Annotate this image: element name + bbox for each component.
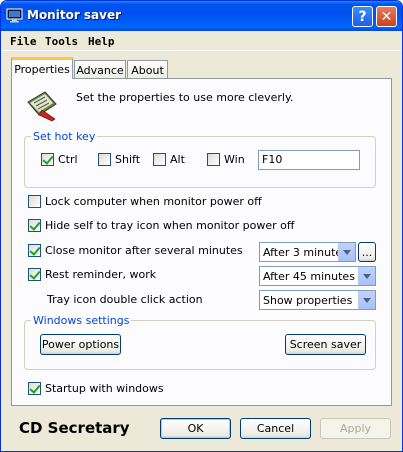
ctrl-label: Ctrl [58, 153, 78, 166]
check-icon [41, 153, 54, 166]
close-monitor-select[interactable]: After 3 minutes [259, 242, 356, 262]
tab-about[interactable]: About [127, 60, 168, 79]
alt-label: Alt [170, 153, 185, 166]
tab-advance[interactable]: Advance [74, 60, 126, 79]
power-options-button[interactable]: Power options [40, 334, 121, 355]
alt-checkbox[interactable]: Alt [153, 153, 185, 166]
notepad-pencil-icon [27, 91, 57, 122]
win-checkbox[interactable]: Win [207, 153, 245, 166]
tray-action-label: Tray icon double click action [47, 293, 203, 306]
windows-settings-title: Windows settings [31, 314, 132, 327]
close-monitor-value: After 3 minutes [263, 246, 348, 259]
cancel-button[interactable]: Cancel [240, 418, 311, 439]
hide-self-checkbox[interactable]: Hide self to tray icon when monitor powe… [28, 219, 294, 232]
shift-label: Shift [115, 153, 141, 166]
menu-bar: File Tools Help [2, 31, 401, 51]
close-monitor-label: Close monitor after several minutes [45, 244, 243, 257]
screen-saver-button[interactable]: Screen saver [285, 334, 366, 355]
check-icon [28, 268, 41, 281]
title-bar[interactable]: Monitor saver ? ✕ [1, 1, 402, 31]
startup-label: Startup with windows [45, 382, 164, 395]
checkbox-box [207, 153, 220, 166]
tray-action-select[interactable]: Show properties [259, 290, 376, 310]
check-icon [28, 219, 41, 232]
check-icon [28, 244, 41, 257]
menu-file[interactable]: File [10, 35, 37, 48]
windows-settings-group: Windows settings Power options Screen sa… [24, 314, 376, 370]
rest-reminder-value: After 45 minutes [263, 270, 355, 283]
shift-checkbox[interactable]: Shift [98, 153, 140, 166]
help-button[interactable]: ? [352, 6, 373, 27]
checkbox-box [98, 153, 111, 166]
properties-panel: Set the properties to use more cleverly.… [11, 78, 392, 406]
apply-button[interactable]: Apply [320, 418, 391, 439]
hotkey-group: Set hot key Ctrl Shift Alt Win F10 [24, 130, 376, 188]
hotkey-input[interactable]: F10 [258, 150, 360, 170]
close-button[interactable]: ✕ [376, 6, 397, 27]
window-title: Monitor saver [27, 8, 122, 22]
chevron-down-icon[interactable] [358, 291, 375, 309]
rest-reminder-label: Rest reminder, work [45, 268, 157, 281]
tab-properties[interactable]: Properties [11, 57, 73, 79]
hide-self-label: Hide self to tray icon when monitor powe… [45, 219, 295, 232]
tray-action-value: Show properties [263, 294, 353, 307]
rest-reminder-checkbox[interactable]: Rest reminder, work [28, 268, 156, 281]
checkbox-box [28, 195, 41, 208]
check-icon [28, 382, 41, 395]
menu-tools[interactable]: Tools [45, 35, 78, 48]
brand-label: CD Secretary [19, 419, 130, 437]
hotkey-group-title: Set hot key [31, 130, 98, 143]
browse-button[interactable]: ... [358, 242, 376, 262]
intro-text: Set the properties to use more cleverly. [76, 91, 294, 104]
menu-help[interactable]: Help [88, 35, 115, 48]
startup-checkbox[interactable]: Startup with windows [28, 382, 164, 395]
chevron-down-icon[interactable] [358, 267, 375, 285]
monitor-icon [6, 8, 23, 23]
lock-computer-checkbox[interactable]: Lock computer when monitor power off [28, 195, 262, 208]
checkbox-box [153, 153, 166, 166]
chevron-down-icon[interactable] [338, 243, 355, 261]
main-window: Monitor saver ? ✕ File Tools Help Proper… [0, 0, 403, 452]
lock-computer-label: Lock computer when monitor power off [45, 195, 262, 208]
close-monitor-checkbox[interactable]: Close monitor after several minutes [28, 244, 243, 257]
ok-button[interactable]: OK [160, 418, 231, 439]
ctrl-checkbox[interactable]: Ctrl [41, 153, 78, 166]
win-label: Win [224, 153, 245, 166]
rest-reminder-select[interactable]: After 45 minutes [259, 266, 376, 286]
